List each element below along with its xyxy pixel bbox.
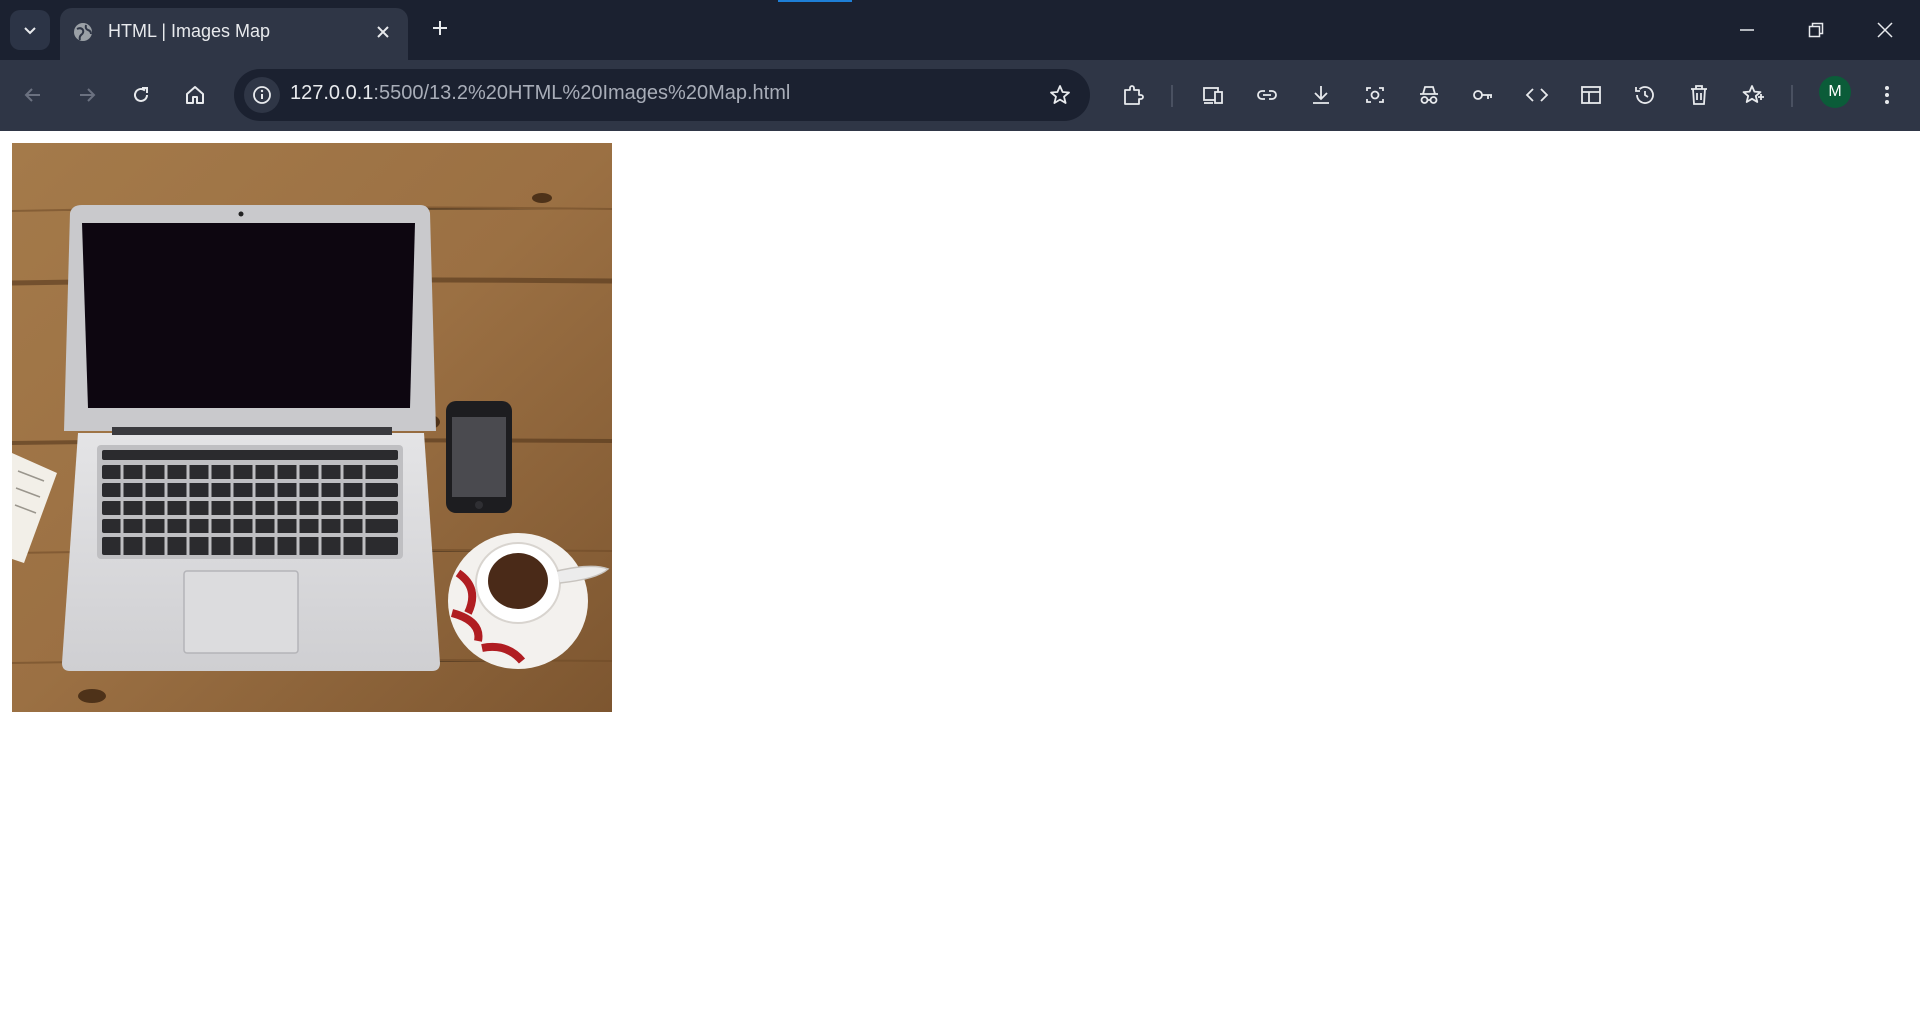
laptop	[62, 205, 440, 671]
star-icon	[1050, 85, 1070, 104]
trash-icon	[1691, 85, 1707, 105]
laptop-camera	[238, 211, 244, 217]
code-icon	[1525, 88, 1549, 102]
layout-icon	[1581, 86, 1601, 104]
favorites-icon	[1742, 85, 1764, 103]
device-toolbar-icon	[1203, 87, 1223, 104]
laptop-trackpad	[183, 570, 299, 654]
history-icon	[1635, 86, 1654, 104]
toolbar-separator	[1171, 85, 1173, 107]
chevron-down-icon	[24, 27, 36, 35]
plus-icon	[433, 21, 447, 35]
globe-icon	[74, 23, 92, 41]
tab-search-button[interactable]	[10, 10, 50, 50]
forward-button[interactable]	[66, 74, 108, 116]
restore-icon	[1808, 22, 1824, 38]
device-toolbar-button[interactable]	[1192, 74, 1234, 116]
reload-button[interactable]	[120, 74, 162, 116]
screenshot-icon	[1366, 87, 1384, 103]
new-tab-button[interactable]	[424, 12, 456, 44]
wood-knot	[78, 689, 106, 703]
clear-data-button[interactable]	[1678, 74, 1720, 116]
site-info-button[interactable]	[244, 77, 280, 113]
reload-icon	[134, 87, 148, 102]
laptop-keyboard	[102, 450, 398, 555]
passwords-button[interactable]	[1462, 74, 1504, 116]
layout-button[interactable]	[1570, 74, 1612, 116]
page-content	[0, 131, 1920, 1017]
active-tab[interactable]: HTML | Images Map	[60, 8, 408, 60]
info-icon	[253, 86, 271, 104]
smartphone	[446, 401, 512, 513]
workspace-image[interactable]	[12, 143, 612, 712]
tab-strip: HTML | Images Map	[0, 0, 1920, 60]
extensions-icon	[1124, 85, 1144, 105]
restore-button[interactable]	[1791, 8, 1841, 52]
profile-avatar[interactable]: M	[1819, 76, 1851, 108]
minimize-icon	[1740, 29, 1754, 31]
history-button[interactable]	[1624, 74, 1666, 116]
back-button[interactable]	[12, 74, 54, 116]
close-window-button[interactable]	[1860, 8, 1910, 52]
more-vertical-icon	[1885, 86, 1889, 104]
code-button[interactable]	[1516, 74, 1558, 116]
url-text[interactable]: 127.0.0.1:5500/13.2%20HTML%20Images%20Ma…	[290, 82, 790, 105]
link-icon	[1257, 90, 1277, 100]
bookmark-button[interactable]	[1042, 77, 1078, 113]
menu-button[interactable]	[1866, 74, 1908, 116]
laptop-screen	[82, 223, 415, 408]
toolbar-separator	[1791, 85, 1793, 107]
address-bar[interactable]: 127.0.0.1:5500/13.2%20HTML%20Images%20Ma…	[234, 69, 1090, 121]
incognito-icon	[1420, 86, 1438, 104]
url-host: 127.0.0.1	[290, 82, 374, 104]
arrow-right-icon	[80, 88, 96, 102]
downloads-button[interactable]	[1300, 74, 1342, 116]
browser-toolbar: 127.0.0.1:5500/13.2%20HTML%20Images%20Ma…	[0, 60, 1920, 131]
wood-knot	[532, 193, 552, 203]
home-icon	[186, 86, 204, 104]
copy-link-button[interactable]	[1246, 74, 1288, 116]
password-key-icon	[1473, 90, 1492, 100]
tab-title: HTML | Images Map	[108, 21, 271, 41]
close-icon	[377, 26, 389, 38]
screenshot-button[interactable]	[1354, 74, 1396, 116]
minimize-button[interactable]	[1722, 8, 1772, 52]
home-button[interactable]	[174, 74, 216, 116]
incognito-button[interactable]	[1408, 74, 1450, 116]
arrow-left-icon	[24, 88, 40, 102]
extensions-button[interactable]	[1112, 74, 1154, 116]
favorites-button[interactable]	[1732, 74, 1774, 116]
tab-close-button[interactable]	[370, 19, 396, 45]
download-icon	[1313, 86, 1329, 104]
close-icon	[1877, 22, 1893, 38]
url-path: :5500/13.2%20HTML%20Images%20Map.html	[373, 82, 791, 104]
loading-indicator	[778, 0, 852, 2]
